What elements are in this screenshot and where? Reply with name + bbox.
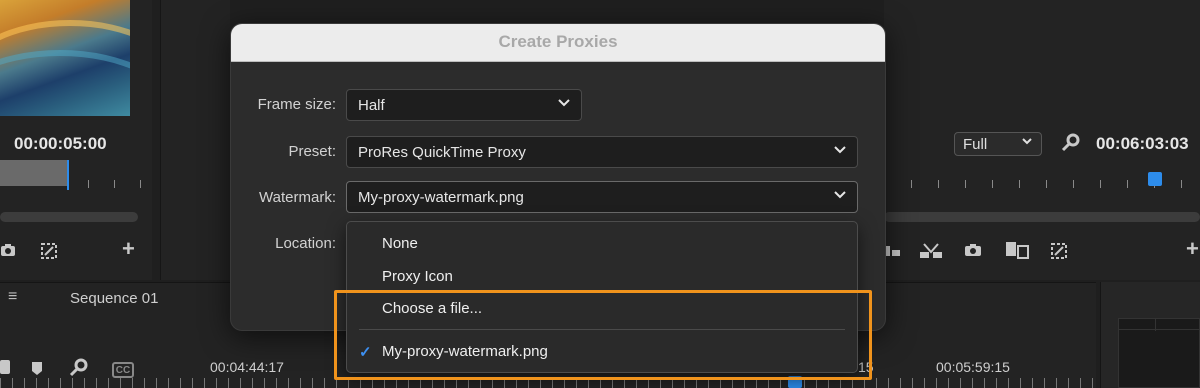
program-zoom-scrollbar[interactable]: [884, 212, 1200, 222]
playback-resolution-value: Full: [963, 136, 988, 153]
monitor-divider: [160, 0, 230, 280]
watermark-select[interactable]: My-proxy-watermark.png: [346, 181, 858, 213]
panel-menu-icon[interactable]: ≡: [8, 288, 17, 306]
camera-icon[interactable]: [0, 242, 16, 262]
program-playhead[interactable]: [1148, 172, 1162, 186]
wrench-icon[interactable]: [1060, 133, 1080, 157]
source-clip-thumbnail: [0, 0, 130, 116]
comparison-view-icon[interactable]: [1004, 240, 1030, 264]
source-zoom-scrollbar[interactable]: [0, 212, 138, 222]
source-playhead[interactable]: [67, 160, 69, 190]
source-monitor-panel: 00:00:05:00 +: [0, 0, 152, 280]
timeline-time-label-3: 00:05:59:15: [936, 359, 1010, 375]
compare-view-icon[interactable]: [40, 242, 58, 264]
frame-size-value: Half: [358, 97, 385, 114]
snap-icon[interactable]: [0, 360, 10, 374]
menu-item-proxy-icon[interactable]: Proxy Icon: [347, 268, 857, 285]
watermark-label: Watermark:: [259, 189, 336, 206]
source-in-out-range: [0, 160, 68, 186]
program-timecode[interactable]: 00:06:03:03: [1096, 134, 1189, 154]
chevron-down-icon: [557, 95, 571, 109]
watermark-value: My-proxy-watermark.png: [358, 189, 524, 206]
source-ruler-ticks: [88, 180, 148, 188]
preset-label: Preset:: [288, 143, 336, 160]
preset-select[interactable]: ProRes QuickTime Proxy: [346, 136, 858, 168]
captions-icon[interactable]: CC: [112, 362, 134, 378]
playback-resolution-select[interactable]: Full: [954, 132, 1042, 156]
chevron-down-icon: [833, 187, 847, 201]
chevron-down-icon: [833, 142, 847, 156]
dialog-title: Create Proxies: [498, 32, 618, 51]
location-label: Location:: [275, 235, 336, 252]
marker-icon[interactable]: [30, 360, 44, 380]
frame-size-label: Frame size:: [257, 96, 336, 113]
timeline-time-label-1: 00:04:44:17: [210, 359, 284, 375]
audio-meter: [1118, 318, 1200, 388]
add-button-icon[interactable]: +: [122, 238, 135, 260]
menu-item-none[interactable]: None: [347, 235, 857, 252]
callout-highlight-box: [334, 290, 872, 380]
proxy-toggle-icon[interactable]: [1050, 242, 1068, 264]
tab-sequence-01[interactable]: Sequence 01: [70, 290, 158, 307]
export-frame-camera-icon[interactable]: [964, 242, 982, 262]
add-button-program-icon[interactable]: +: [1186, 238, 1199, 260]
source-timecode[interactable]: 00:00:05:00: [14, 134, 107, 154]
frame-size-select[interactable]: Half: [346, 89, 582, 121]
chevron-down-icon: [1021, 135, 1033, 150]
extract-icon[interactable]: [918, 242, 944, 264]
preset-value: ProRes QuickTime Proxy: [358, 144, 526, 161]
dialog-titlebar[interactable]: Create Proxies: [231, 24, 885, 62]
